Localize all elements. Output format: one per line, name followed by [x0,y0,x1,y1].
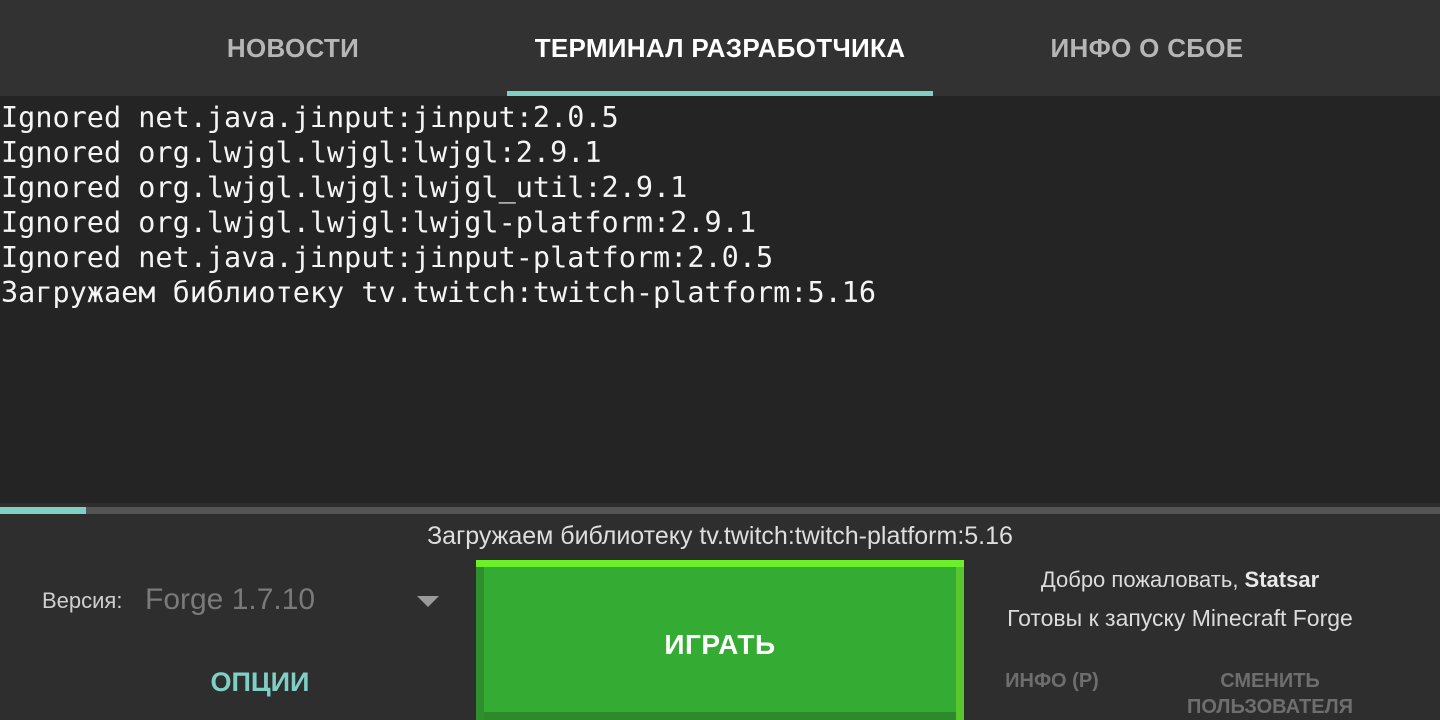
progress-bar [0,507,1440,514]
info-button[interactable]: ИНФО (Р) [992,668,1112,694]
terminal-line: Ignored net.java.jinput:jinput:2.0.5 [1,101,619,134]
play-button[interactable]: ИГРАТЬ [476,560,964,720]
version-selected-value: Forge 1.7.10 [145,583,316,616]
switch-user-button[interactable]: СМЕНИТЬ ПОЛЬЗОВАТЕЛЯ [1170,668,1370,720]
terminal-line: Ignored net.java.jinput:jinput-platform:… [1,241,774,274]
welcome-text: Добро пожаловать, Statsar [985,567,1375,593]
terminal-line: Ignored org.lwjgl.lwjgl:lwjgl-platform:2… [1,206,756,239]
tab-dev-terminal[interactable]: ТЕРМИНАЛ РАЗРАБОТЧИКА [507,0,933,96]
username: Statsar [1244,567,1320,592]
dev-terminal-output[interactable]: Ignored net.java.jinput:jinput:2.0.5 Ign… [0,96,1440,503]
tab-news[interactable]: НОВОСТИ [80,0,506,96]
terminal-line: Загружаем библиотеку tv.twitch:twitch-pl… [1,276,877,309]
terminal-line: Ignored org.lwjgl.lwjgl:lwjgl_util:2.9.1 [1,171,688,204]
welcome-prefix: Добро пожаловать, [1040,567,1245,592]
options-button[interactable]: ОПЦИИ [150,656,370,708]
play-button-label: ИГРАТЬ [664,629,776,660]
ready-text: Готовы к запуску Minecraft Forge 1.7.10 [1007,605,1353,640]
terminal-line: Ignored org.lwjgl.lwjgl:lwjgl:2.9.1 [1,136,602,169]
status-text: Загружаем библиотеку tv.twitch:twitch-pl… [427,522,1013,550]
version-dropdown[interactable]: Forge 1.7.10 [145,580,445,624]
tab-crash-info[interactable]: ИНФО О СБОЕ [934,0,1360,96]
tab-bar: НОВОСТИ ТЕРМИНАЛ РАЗРАБОТЧИКА ИНФО О СБО… [0,0,1440,96]
dropdown-arrow-icon [417,596,439,607]
progress-bar-fill [0,507,87,514]
version-label: Версия: [42,588,123,613]
